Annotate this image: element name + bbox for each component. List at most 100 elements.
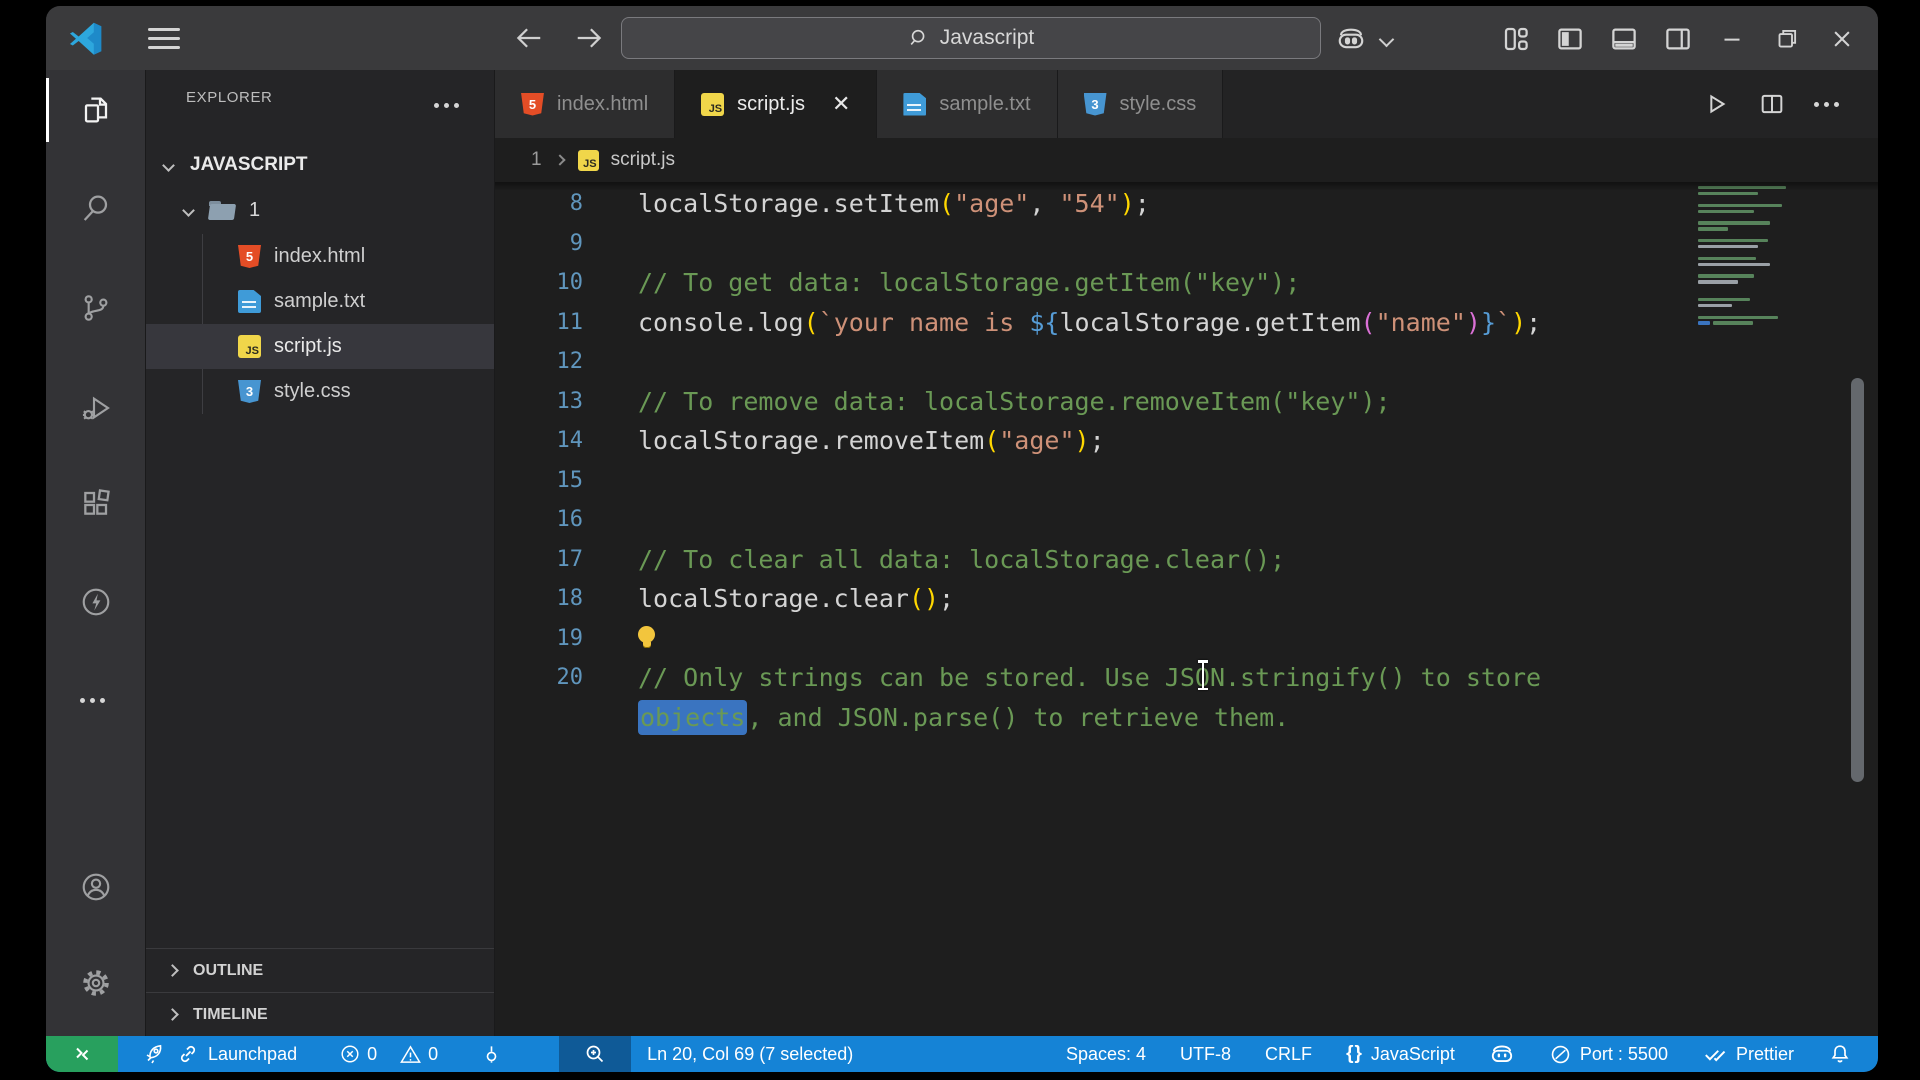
problems-item[interactable]: 0 0: [333, 1036, 444, 1072]
eol-item[interactable]: CRLF: [1265, 1036, 1312, 1072]
line-number: 9: [569, 230, 583, 256]
tab-style.css[interactable]: 3 style.css: [1057, 70, 1224, 138]
file-item-style.css[interactable]: 3 style.css: [146, 369, 494, 414]
code-editor[interactable]: 8 localStorage.setItem("age", "54"); 9 10 //…: [495, 182, 1878, 1036]
code-line[interactable]: 20 // Only strings can be stored. Use JSO…: [495, 658, 1878, 698]
chevron-down-icon: [162, 158, 175, 172]
run-button[interactable]: [1702, 90, 1730, 118]
code-line[interactable]: 17 // To clear all data: localStorage.cle…: [495, 540, 1878, 580]
language-mode-item[interactable]: {} JavaScript: [1346, 1036, 1455, 1072]
breadcrumb-folder[interactable]: 1: [531, 149, 542, 171]
thunder-client-icon[interactable]: [80, 586, 112, 618]
scroll-shadow: [495, 182, 1878, 191]
menu-icon[interactable]: [148, 28, 180, 49]
search-view-icon[interactable]: [80, 192, 112, 224]
code-line[interactable]: 10 // To get data: localStorage.getItem("…: [495, 263, 1878, 303]
prettier-item[interactable]: Prettier: [1702, 1036, 1794, 1072]
minimap-line: [1698, 209, 1798, 213]
file-item-index.html[interactable]: 5 index.html: [146, 234, 494, 279]
workspace-root[interactable]: JAVASCRIPT: [146, 143, 494, 187]
minimap-line: [1698, 297, 1798, 302]
braces-icon: {}: [1346, 1043, 1363, 1064]
settings-gear-icon[interactable]: [80, 967, 112, 999]
vscode-logo-icon: [68, 20, 104, 56]
code-line[interactable]: 9: [495, 224, 1878, 264]
breadcrumb-file[interactable]: script.js: [611, 149, 675, 171]
code-text: objects, and JSON.parse() to retrieve th…: [583, 699, 1289, 735]
folder-row[interactable]: 1: [146, 188, 494, 232]
open-folder-icon: [209, 200, 235, 220]
code-text: localStorage.setItem("age", "54");: [638, 189, 1150, 219]
split-editor-icon[interactable]: [1758, 90, 1786, 118]
close-window-icon[interactable]: [1827, 24, 1857, 54]
indentation-item[interactable]: Spaces: 4: [1066, 1036, 1146, 1072]
tab-sample.txt[interactable]: sample.txt: [877, 70, 1058, 138]
vertical-scrollbar[interactable]: [1851, 378, 1864, 782]
code-line[interactable]: 15: [495, 461, 1878, 501]
code-line[interactable]: 12: [495, 342, 1878, 382]
account-icon[interactable]: [80, 871, 112, 903]
copilot-status-icon[interactable]: [1489, 1036, 1515, 1072]
command-center-text: Javascript: [939, 26, 1035, 49]
file-name: index.html: [274, 245, 366, 267]
code-text: // To clear all data: localStorage.clear…: [638, 544, 1286, 574]
code-line[interactable]: 18 localStorage.clear();: [495, 579, 1878, 619]
port-forward-icon[interactable]: [474, 1036, 509, 1072]
tab-index.html[interactable]: 5 index.html: [495, 70, 676, 138]
cursor-position[interactable]: Ln 20, Col 69 (7 selected): [641, 1036, 859, 1072]
notifications-bell-icon[interactable]: [1828, 1036, 1852, 1072]
file-name: script.js: [274, 335, 342, 357]
lightbulb-icon[interactable]: [638, 626, 655, 650]
code-line[interactable]: 16: [495, 500, 1878, 540]
minimap-line: [1698, 315, 1798, 319]
minimap[interactable]: [1698, 186, 1798, 327]
code-line[interactable]: 13 // To remove data: localStorage.remove…: [495, 382, 1878, 422]
toggle-secondary-sidebar-icon[interactable]: [1663, 24, 1693, 54]
main-area: EXPLORER JAVASCRIPT 1 5 index.html sample.…: [46, 70, 1878, 1036]
code-line[interactable]: 19: [495, 619, 1878, 659]
explorer-actions-icon[interactable]: [434, 103, 459, 108]
customize-layout-icon[interactable]: [1501, 24, 1531, 54]
breadcrumb[interactable]: 1 JS script.js: [495, 138, 1878, 182]
toggle-primary-sidebar-icon[interactable]: [1555, 24, 1585, 54]
more-actions-icon[interactable]: [1814, 90, 1842, 118]
minimize-icon[interactable]: [1717, 24, 1747, 54]
toggle-panel-icon[interactable]: [1609, 24, 1639, 54]
minimap-line: [1698, 244, 1798, 249]
editor-actions: [1702, 70, 1878, 138]
file-item-script.js[interactable]: JS script.js: [146, 324, 494, 369]
code-line[interactable]: objects, and JSON.parse() to retrieve th…: [495, 698, 1878, 738]
outline-section[interactable]: OUTLINE: [146, 948, 494, 992]
nav-forward-icon[interactable]: [574, 23, 604, 53]
restore-icon[interactable]: [1772, 24, 1802, 54]
command-center-search[interactable]: Javascript: [621, 17, 1321, 59]
activity-bar: [46, 70, 146, 1036]
minimap-line: [1698, 256, 1798, 261]
minimap-line: [1698, 280, 1798, 284]
line-number: 10: [556, 270, 584, 296]
code-line[interactable]: 11 console.log(`your name is ${localStora…: [495, 303, 1878, 343]
language-label: JavaScript: [1370, 1043, 1455, 1064]
prettier-label: Prettier: [1735, 1043, 1794, 1064]
encoding-item[interactable]: UTF-8: [1180, 1036, 1231, 1072]
tab-label: sample.txt: [939, 92, 1031, 115]
remote-indicator[interactable]: [46, 1036, 118, 1072]
nav-back-icon[interactable]: [514, 23, 544, 53]
timeline-section[interactable]: TIMELINE: [146, 992, 494, 1036]
chevron-down-icon[interactable]: [1376, 30, 1396, 50]
file-item-sample.txt[interactable]: sample.txt: [146, 279, 494, 324]
run-and-debug-icon[interactable]: [80, 392, 112, 424]
launchpad-item[interactable]: Launchpad: [138, 1036, 303, 1072]
extensions-icon[interactable]: [80, 487, 112, 519]
code-text: // To remove data: localStorage.removeIt…: [638, 386, 1391, 416]
tab-script.js[interactable]: JS script.js ✕: [675, 70, 878, 138]
code-line[interactable]: 14 localStorage.removeItem("age");: [495, 421, 1878, 461]
additional-views-icon[interactable]: [80, 684, 112, 716]
close-tab-icon[interactable]: ✕: [832, 91, 850, 117]
explorer-icon[interactable]: [80, 94, 112, 126]
code-text: console.log(`your name is ${localStorage…: [638, 307, 1542, 337]
port-item[interactable]: Port : 5500: [1549, 1036, 1668, 1072]
copilot-icon[interactable]: [1336, 24, 1366, 54]
source-control-icon[interactable]: [80, 292, 112, 324]
zoom-in-icon[interactable]: [559, 1036, 632, 1072]
